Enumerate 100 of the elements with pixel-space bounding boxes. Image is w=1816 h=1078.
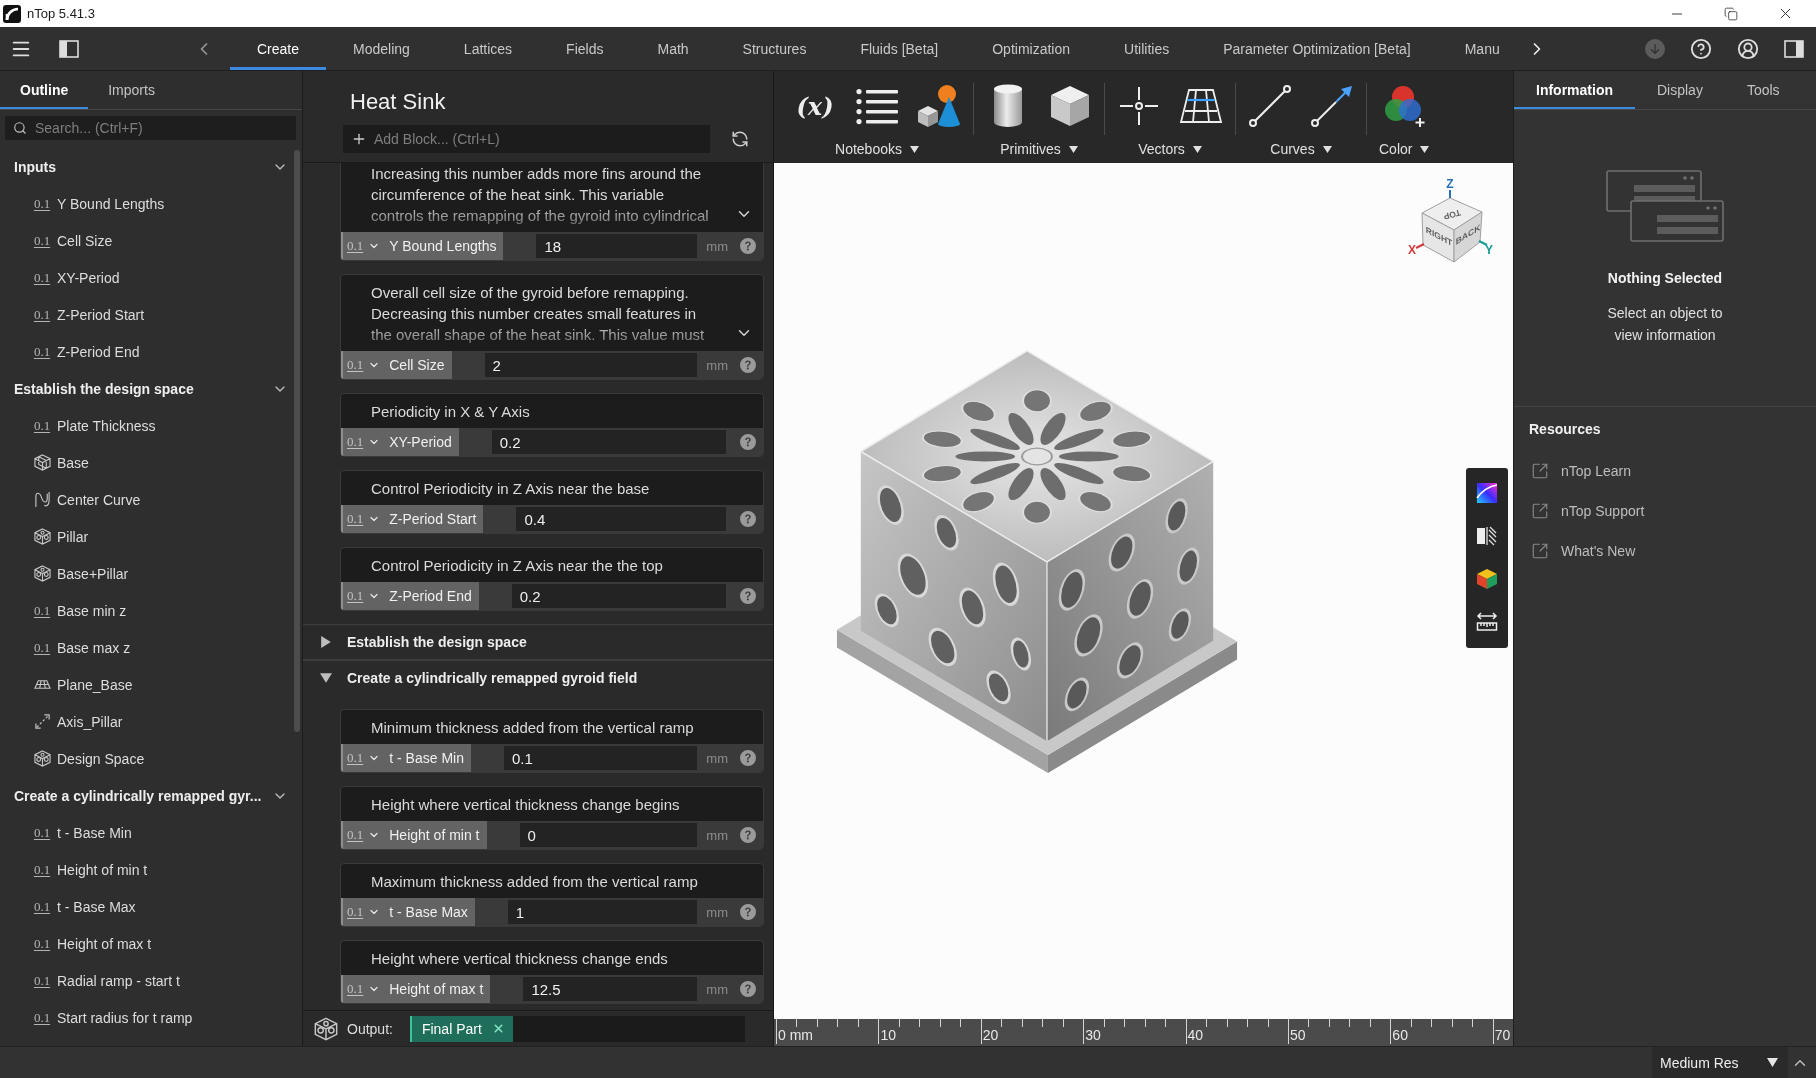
menu-tab[interactable]: Manu: [1437, 27, 1527, 70]
color-circles-icon[interactable]: [1382, 84, 1427, 128]
menu-tab[interactable]: Utilities: [1097, 27, 1197, 70]
outline-item[interactable]: Cell Size: [57, 232, 113, 249]
menu-tab[interactable]: Optimization: [965, 27, 1098, 70]
value-field[interactable]: 0: [519, 823, 698, 847]
menu-tab[interactable]: Parameter Optimization [Beta]: [1196, 27, 1438, 70]
outline-item[interactable]: XY-Period: [57, 269, 120, 286]
outline-item[interactable]: t - Base Min: [57, 824, 132, 841]
caret-down-icon[interactable]: [909, 144, 919, 154]
panel-tab[interactable]: Display: [1635, 71, 1725, 109]
panel-tab[interactable]: Outline: [0, 71, 89, 109]
line-segment-icon[interactable]: [1248, 84, 1292, 128]
value-field[interactable]: 0.4: [516, 507, 726, 531]
outline-item[interactable]: Plane_Base: [57, 676, 133, 693]
help-icon[interactable]: [740, 827, 756, 843]
value-field[interactable]: 0.2: [491, 430, 726, 454]
menu-tab[interactable]: Modeling: [326, 27, 437, 70]
caret-down-icon[interactable]: [1068, 144, 1078, 154]
line-arrow-icon[interactable]: [1310, 84, 1354, 128]
shapes-icon[interactable]: [917, 84, 961, 128]
menu-tab[interactable]: Fields: [539, 27, 631, 70]
resource-link[interactable]: nTop Learn: [1561, 463, 1632, 479]
caret-down-icon[interactable]: [320, 672, 332, 684]
outline-item[interactable]: Base min z: [57, 602, 127, 619]
search-field[interactable]: Search... (Ctrl+F): [5, 116, 296, 140]
help-icon[interactable]: [1690, 37, 1712, 60]
scrollbar[interactable]: [294, 150, 300, 732]
restore-icon[interactable]: [1724, 6, 1738, 21]
outline-item[interactable]: t - Base Max: [57, 898, 136, 915]
value-field[interactable]: 0.1: [503, 746, 698, 770]
menu-tab[interactable]: Math: [630, 27, 716, 70]
resource-link[interactable]: nTop Support: [1561, 503, 1645, 519]
menu-tab[interactable]: Lattices: [436, 27, 540, 70]
menu-tab[interactable]: Structures: [715, 27, 834, 70]
outline-item[interactable]: Height of min t: [57, 861, 148, 878]
group-menu-button[interactable]: Primitives: [1000, 140, 1078, 158]
cube-icon[interactable]: [1048, 84, 1092, 128]
account-icon[interactable]: [1737, 37, 1759, 60]
help-icon[interactable]: [740, 981, 756, 997]
outline-item[interactable]: Z-Period Start: [57, 306, 145, 323]
help-icon[interactable]: [740, 357, 756, 373]
output-field[interactable]: Final Part: [409, 1015, 745, 1042]
panel-toggle-icon[interactable]: [59, 39, 79, 58]
caret-right-icon[interactable]: [320, 636, 332, 648]
remove-icon[interactable]: [491, 1022, 505, 1035]
section-header[interactable]: Establish the design space: [303, 624, 773, 660]
help-icon[interactable]: [740, 511, 756, 527]
section-header[interactable]: Create a cylindrically remapped gyroid field: [303, 660, 773, 696]
value-field[interactable]: 0.2: [511, 584, 726, 608]
outline-item[interactable]: Height of max t: [57, 935, 152, 952]
caret-down-icon[interactable]: [1322, 144, 1332, 154]
outline-section-header[interactable]: Create a cylindrically remapped gyr...: [0, 777, 292, 814]
variable-tool[interactable]: (x): [793, 84, 837, 128]
resolution-dropdown[interactable]: Medium Res: [1652, 1047, 1788, 1078]
outline-item[interactable]: Design Space: [57, 750, 145, 767]
group-menu-button[interactable]: Notebooks: [835, 140, 919, 158]
outline-item[interactable]: Plate Thickness: [57, 417, 156, 434]
outline-item[interactable]: Base: [57, 454, 89, 471]
panel-tab[interactable]: Information: [1514, 71, 1635, 109]
section-view-icon[interactable]: [1476, 525, 1498, 547]
value-field[interactable]: 12.5: [523, 977, 698, 1001]
outline-item[interactable]: Pillar: [57, 528, 89, 545]
caret-down-icon[interactable]: [1192, 144, 1202, 154]
help-icon[interactable]: [740, 238, 756, 254]
outline-section-header[interactable]: Inputs: [0, 148, 292, 185]
outline-section-header[interactable]: Establish the design space: [0, 370, 292, 407]
outline-item[interactable]: Base+Pillar: [57, 565, 129, 582]
outline-item[interactable]: Axis_Pillar: [57, 713, 123, 730]
panel-tab[interactable]: Tools: [1724, 71, 1802, 109]
group-menu-button[interactable]: Vectors: [1138, 140, 1202, 158]
group-menu-button[interactable]: Curves: [1270, 140, 1332, 158]
axis-label: Z: [1446, 177, 1454, 191]
value-field[interactable]: 18: [536, 234, 698, 258]
measure-icon[interactable]: [1476, 611, 1498, 633]
caret-down-icon[interactable]: [1767, 1057, 1778, 1068]
axis-label: Y: [1485, 243, 1493, 257]
menu-tab[interactable]: Fluids [Beta]: [833, 27, 966, 70]
colored-cube-icon[interactable]: [1476, 568, 1498, 590]
value-field[interactable]: 2: [484, 353, 698, 377]
help-icon[interactable]: [740, 434, 756, 450]
caret-down-icon[interactable]: [1420, 144, 1430, 154]
outline-item[interactable]: Start radius for t ramp: [57, 1009, 193, 1026]
crosshair-point-icon[interactable]: [1117, 84, 1161, 128]
outline-item[interactable]: Radial ramp - start t: [57, 972, 180, 989]
group-menu-button[interactable]: Color: [1379, 140, 1430, 158]
resource-link[interactable]: What's New: [1561, 543, 1636, 559]
outline-item[interactable]: Center Curve: [57, 491, 141, 508]
add-block-field[interactable]: Add Block... (Ctrl+L): [343, 125, 710, 153]
panel-toggle-icon[interactable]: [1784, 39, 1804, 58]
help-icon[interactable]: [740, 588, 756, 604]
outline-item[interactable]: Z-Period End: [57, 343, 140, 360]
color-map-icon[interactable]: [1476, 482, 1498, 504]
help-icon[interactable]: [740, 750, 756, 766]
outline-item[interactable]: Base max z: [57, 639, 131, 656]
outline-item[interactable]: Y Bound Lengths: [57, 195, 165, 212]
refresh-icon[interactable]: [731, 130, 749, 148]
panel-tab[interactable]: Imports: [88, 71, 175, 109]
value-field[interactable]: 1: [507, 900, 698, 924]
help-icon[interactable]: [740, 904, 756, 920]
